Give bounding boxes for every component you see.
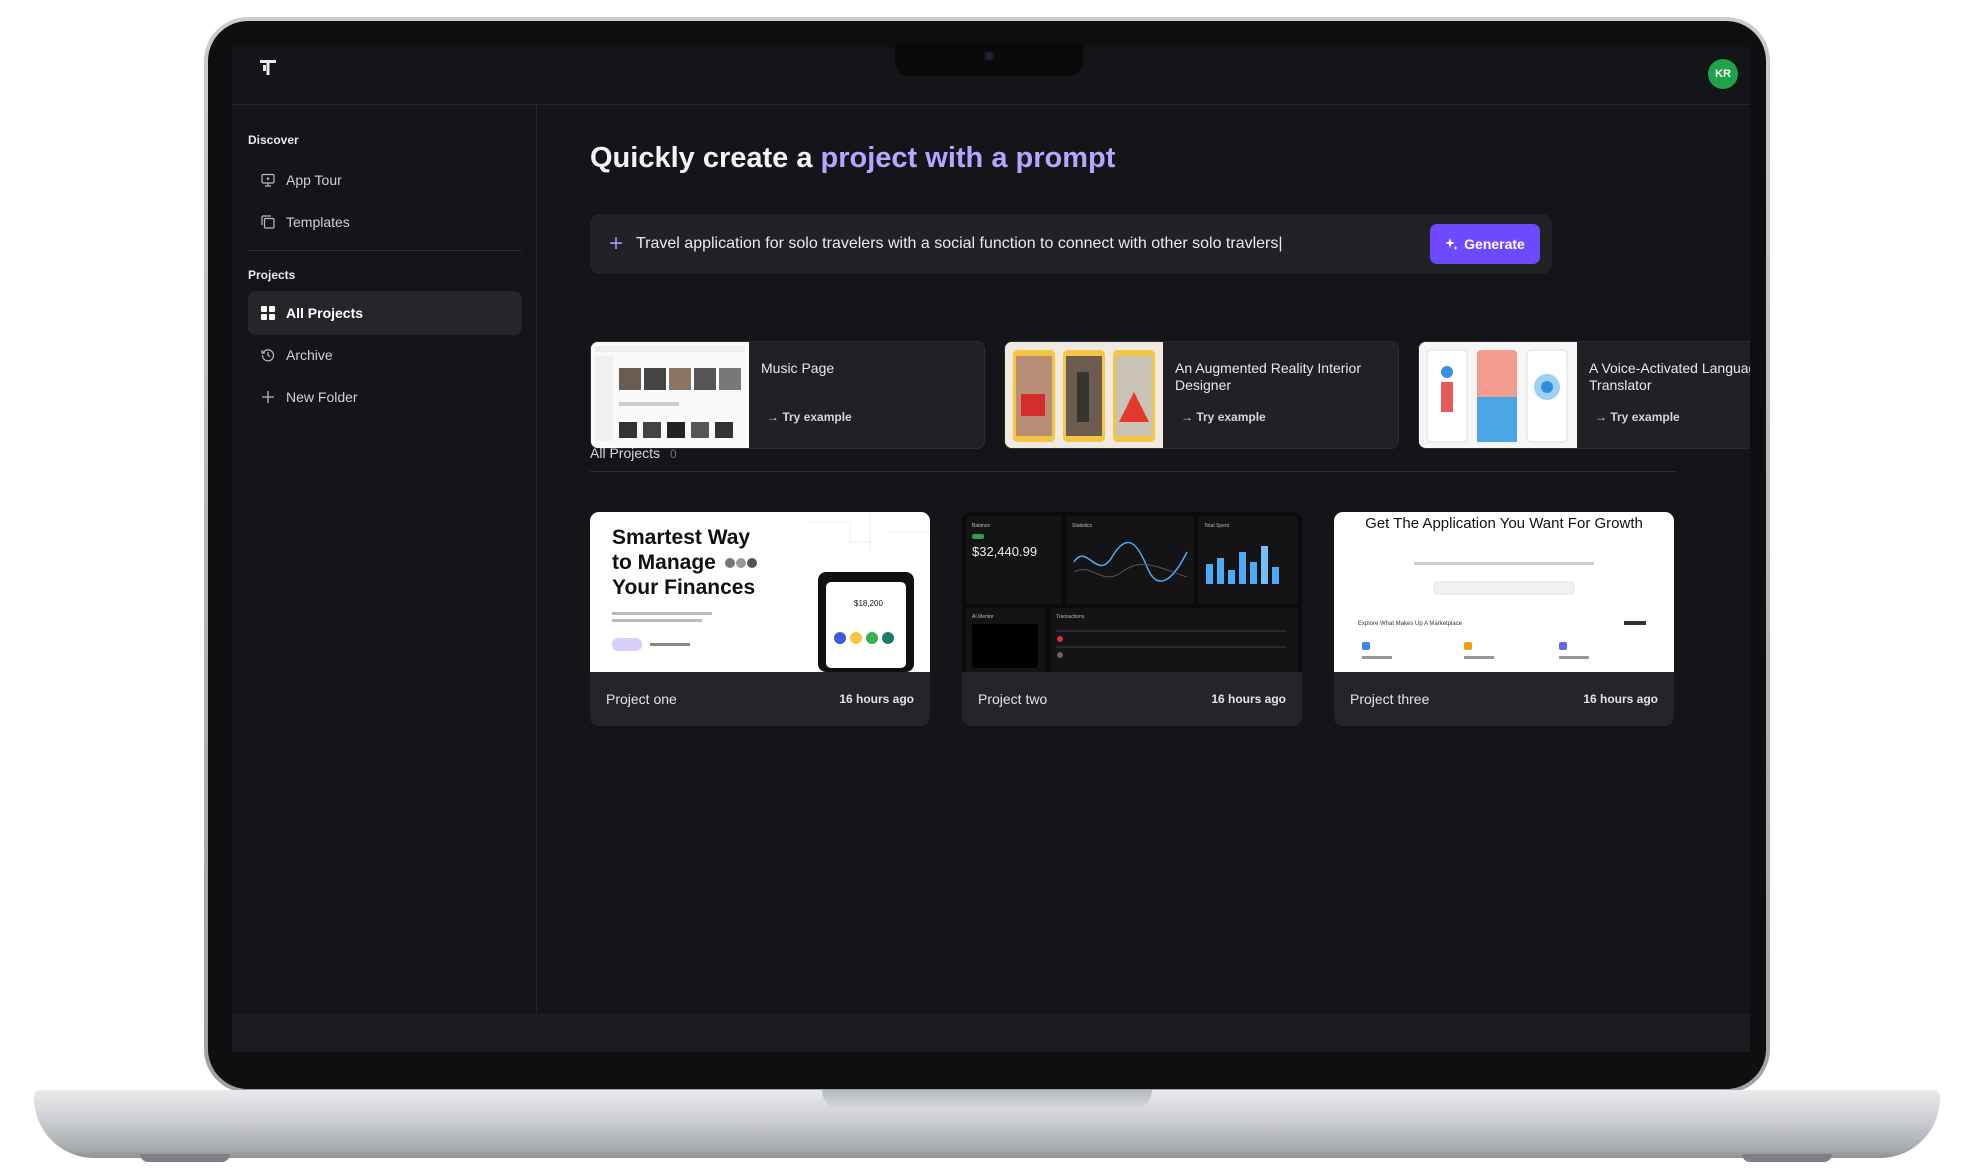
try-example-link[interactable]: → Try example: [767, 410, 852, 424]
sidebar-item-new-folder[interactable]: New Folder: [248, 375, 522, 419]
laptop-groove: [822, 1090, 1152, 1110]
arrow-right-icon: →: [1595, 410, 1611, 424]
project-name: Project two: [978, 691, 1048, 707]
projects-title: Projects: [248, 268, 296, 282]
prompt-bar: + Generate: [590, 214, 1552, 274]
sidebar-item-label: App Tour: [286, 172, 342, 188]
generate-button[interactable]: Generate: [1430, 224, 1540, 264]
sidebar-item-all-projects[interactable]: All Projects: [248, 291, 522, 335]
tour-icon: [260, 172, 276, 188]
project-card-two[interactable]: Balance $32,440.99 Statistics Total Spen…: [962, 512, 1302, 726]
history-icon: [260, 347, 276, 363]
app-screen: KR Discover App Tour Templates Projects …: [232, 47, 1750, 1052]
thumb-label: Balance: [972, 523, 990, 529]
all-projects-header: All Projects 0: [590, 445, 677, 461]
example-card-ar-designer[interactable]: An Augmented Reality Interior Designer →…: [1004, 341, 1399, 449]
user-avatar[interactable]: KR: [1708, 59, 1738, 89]
prompt-input[interactable]: [636, 235, 1416, 253]
projects-count: 0: [670, 447, 677, 461]
main-content: Quickly create a project with a prompt +…: [538, 105, 1750, 1014]
project-thumbnail: Get The Application You Want For Growth …: [1334, 512, 1674, 672]
project-card-one[interactable]: Smartest Way to Manage Your Finances $18…: [590, 512, 930, 726]
thumb-label: Transactions: [1056, 614, 1085, 620]
app-logo-icon[interactable]: [258, 57, 278, 77]
discover-title: Discover: [248, 133, 299, 147]
thumb-title-line: to Manage: [612, 551, 716, 574]
sidebar-item-app-tour[interactable]: App Tour: [248, 158, 522, 202]
arrow-right-icon: →: [767, 410, 783, 424]
sidebar: Discover App Tour Templates Projects All…: [232, 105, 537, 1014]
title-highlight: project with a prompt: [820, 142, 1116, 174]
project-card-three[interactable]: Get The Application You Want For Growth …: [1334, 512, 1674, 726]
grid-icon: [260, 305, 276, 321]
laptop-lid: KR Discover App Tour Templates Projects …: [204, 17, 1770, 1093]
project-name: Project three: [1350, 691, 1430, 707]
thumb-subtitle: Explore What Makes Up A Marketplace: [1358, 621, 1463, 627]
templates-icon: [260, 214, 276, 230]
plus-icon: [260, 389, 276, 405]
example-card-music[interactable]: Music Page → Try example: [590, 341, 985, 449]
try-example-link[interactable]: → Try example: [1595, 410, 1680, 424]
project-thumbnail: Smartest Way to Manage Your Finances $18…: [590, 512, 930, 672]
project-time: 16 hours ago: [1583, 692, 1658, 706]
example-thumbnail: [591, 342, 749, 448]
thumb-balance: $32,440.99: [972, 544, 1037, 559]
sidebar-item-label: Archive: [286, 347, 333, 363]
thumb-label: Total Spent: [1204, 523, 1230, 529]
sidebar-item-archive[interactable]: Archive: [248, 333, 522, 377]
example-card-translator[interactable]: A Voice-Activated Language Translator → …: [1418, 341, 1750, 449]
example-title: An Augmented Reality Interior Designer: [1175, 360, 1361, 393]
page-title: Quickly create a project with a prompt: [590, 142, 1116, 174]
thumb-title: Get The Application You Want For Growth: [1365, 515, 1643, 532]
example-title: A Voice-Activated Language Translator: [1589, 360, 1750, 393]
sidebar-item-templates[interactable]: Templates: [248, 200, 522, 244]
sidebar-item-label: All Projects: [286, 305, 364, 321]
example-title: Music Page: [761, 360, 835, 376]
add-icon[interactable]: +: [606, 232, 626, 256]
project-time: 16 hours ago: [1211, 692, 1286, 706]
thumb-label: Statistics: [1072, 523, 1093, 529]
laptop-foot: [1742, 1154, 1832, 1162]
thumb-title-line: Smartest Way: [612, 526, 750, 549]
sidebar-item-label: Templates: [286, 214, 350, 230]
project-name: Project one: [606, 691, 677, 707]
try-example-link[interactable]: → Try example: [1181, 410, 1266, 424]
arrow-right-icon: →: [1181, 410, 1197, 424]
laptop-foot: [140, 1154, 230, 1162]
camera-notch: [895, 44, 1083, 76]
laptop-mockup: KR Discover App Tour Templates Projects …: [0, 0, 1972, 1176]
example-thumbnail: [1005, 342, 1163, 448]
example-thumbnail: [1419, 342, 1577, 448]
thumb-amount: $18,200: [854, 599, 883, 608]
thumb-title-line: Your Finances: [612, 576, 755, 599]
project-time: 16 hours ago: [839, 692, 914, 706]
screen-chin: [232, 1014, 1750, 1052]
sidebar-divider: [248, 250, 522, 251]
sparkle-icon: [1445, 237, 1458, 250]
camera-icon: [983, 50, 995, 62]
thumb-label: AI Mentor: [972, 614, 994, 620]
sidebar-item-label: New Folder: [286, 389, 358, 405]
project-thumbnail: Balance $32,440.99 Statistics Total Spen…: [962, 512, 1302, 672]
section-divider: [590, 471, 1676, 472]
